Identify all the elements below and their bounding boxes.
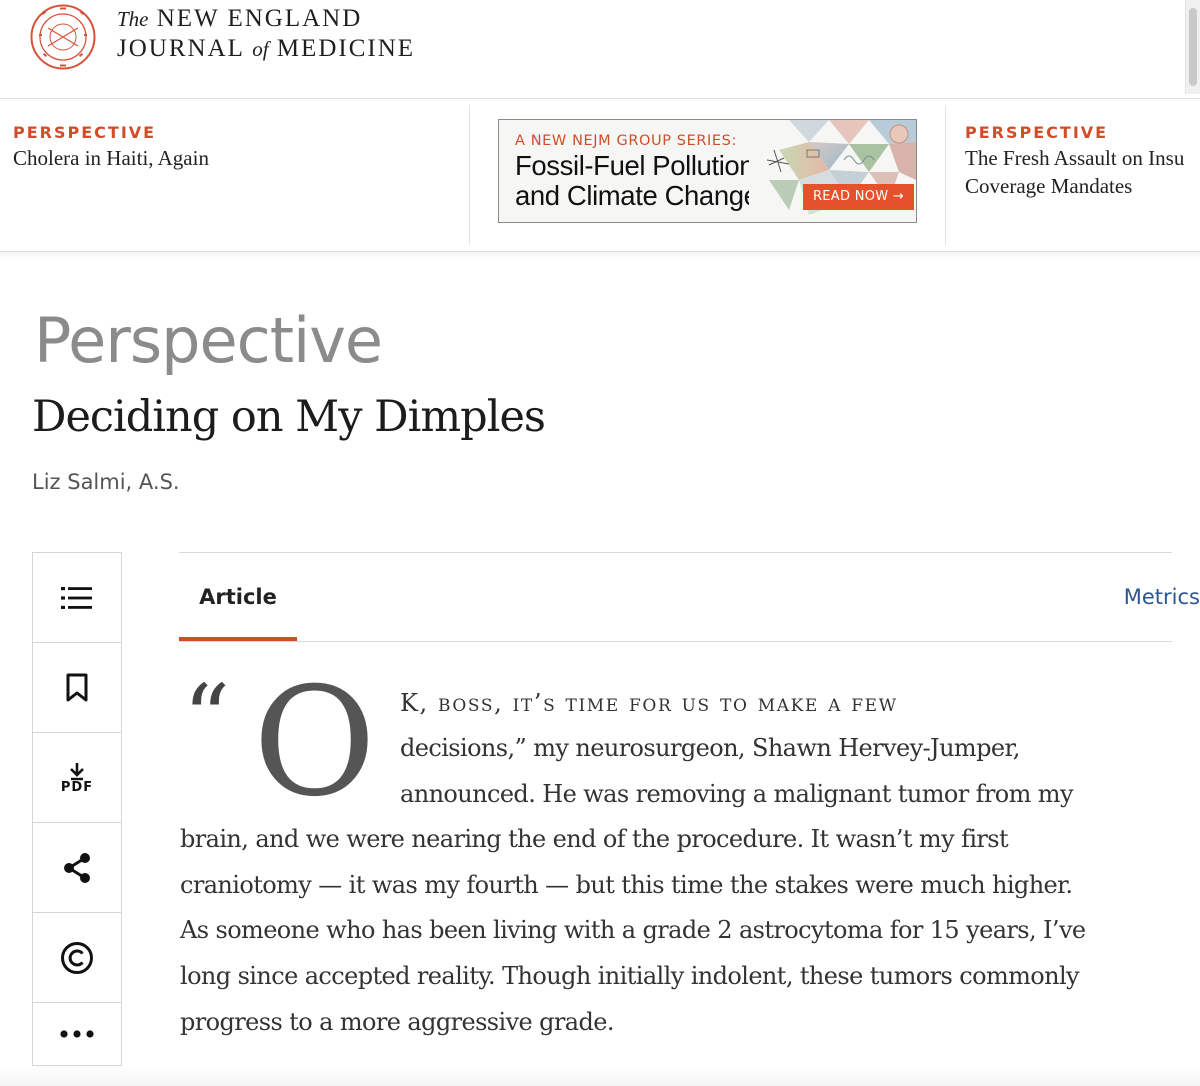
scrollbar-thumb[interactable] (1189, 8, 1197, 86)
related-kicker: PERSPECTIVE (13, 123, 157, 142)
list-icon (61, 586, 92, 609)
logo-journal: JOURNAL (117, 35, 244, 62)
strip-divider (469, 105, 470, 245)
pdf-download-button[interactable]: PDF (33, 733, 121, 823)
ad-eyebrow: A NEW NEJM GROUP SERIES: (515, 133, 737, 149)
permissions-button[interactable] (33, 913, 121, 1003)
bookmark-button[interactable] (33, 643, 121, 733)
scrollbar[interactable] (1185, 0, 1200, 94)
related-title-line1: The Fresh Assault on Insu (965, 146, 1185, 170)
share-icon (64, 852, 90, 883)
logo-of: of (252, 37, 269, 61)
related-kicker: PERSPECTIVE (965, 123, 1109, 142)
page-bottom-edge (0, 1066, 1200, 1086)
body-line: K, boss, it’s time for us to make a few (400, 689, 898, 717)
related-article-insurance[interactable]: PERSPECTIVE The Fresh Assault on Insu Co… (965, 99, 1200, 245)
pdf-download-icon (70, 762, 84, 780)
article-tools-rail: PDF (32, 552, 122, 1066)
related-title[interactable]: Cholera in Haiti, Again (13, 144, 453, 172)
body-line: announced. He was removing a malignant t… (400, 780, 1074, 808)
bookmark-icon (66, 673, 88, 701)
more-icon (60, 1030, 94, 1038)
tab-article[interactable]: Article (179, 553, 297, 641)
related-article-cholera[interactable]: PERSPECTIVE Cholera in Haiti, Again (13, 99, 453, 245)
strip-divider (945, 105, 946, 245)
dropcap-quote: “ (183, 665, 231, 772)
logo-the: The (117, 7, 149, 31)
climate-series-ad[interactable]: A NEW NEJM GROUP SERIES: Fossil-Fuel Pol… (498, 119, 917, 223)
article-title: Deciding on My Dimples (32, 392, 546, 442)
more-button[interactable] (33, 1003, 121, 1065)
logo-new-england: NEW ENGLAND (156, 5, 363, 32)
article-tabs: Article Metrics (179, 552, 1200, 642)
share-button[interactable] (33, 823, 121, 913)
section-label[interactable]: Perspective (34, 304, 383, 377)
ad-title: Fossil-Fuel Pollution and Climate Change (515, 151, 759, 211)
pdf-label: PDF (60, 779, 94, 795)
nejm-seal-icon[interactable] (30, 4, 96, 70)
related-title-line2: Coverage Mandates (965, 174, 1133, 198)
body-line: brain, and we were nearing the end of th… (180, 825, 1009, 853)
body-line: As someone who has been living with a gr… (180, 916, 1086, 944)
active-tab-indicator (179, 637, 297, 641)
contents-button[interactable] (33, 553, 121, 643)
ad-title-line1: Fossil-Fuel Pollution (515, 150, 755, 181)
journal-logo[interactable]: The NEW ENGLAND JOURNAL of MEDICINE (117, 4, 415, 64)
read-now-button[interactable]: READ NOW → (803, 184, 914, 210)
tab-metrics[interactable]: Metrics (1124, 553, 1200, 641)
body-line: progress to a more aggressive grade. (180, 1008, 615, 1036)
body-line: decisions,” my neurosurgeon, Shawn Herve… (400, 734, 1020, 762)
copyright-icon (61, 941, 93, 974)
related-title[interactable]: The Fresh Assault on Insu Coverage Manda… (965, 144, 1200, 200)
ad-title-line2: and Climate Change (515, 180, 759, 211)
logo-medicine: MEDICINE (276, 35, 416, 62)
body-line: craniotomy — it was my fourth — but this… (180, 871, 1073, 899)
body-line: long since accepted reality. Though init… (180, 962, 1080, 990)
masthead: The NEW ENGLAND JOURNAL of MEDICINE (0, 0, 1200, 98)
related-articles-strip: PERSPECTIVE Cholera in Haiti, Again A NE… (0, 98, 1200, 252)
dropcap-letter: O (253, 656, 376, 830)
author-byline[interactable]: Liz Salmi, A.S. (32, 470, 180, 494)
